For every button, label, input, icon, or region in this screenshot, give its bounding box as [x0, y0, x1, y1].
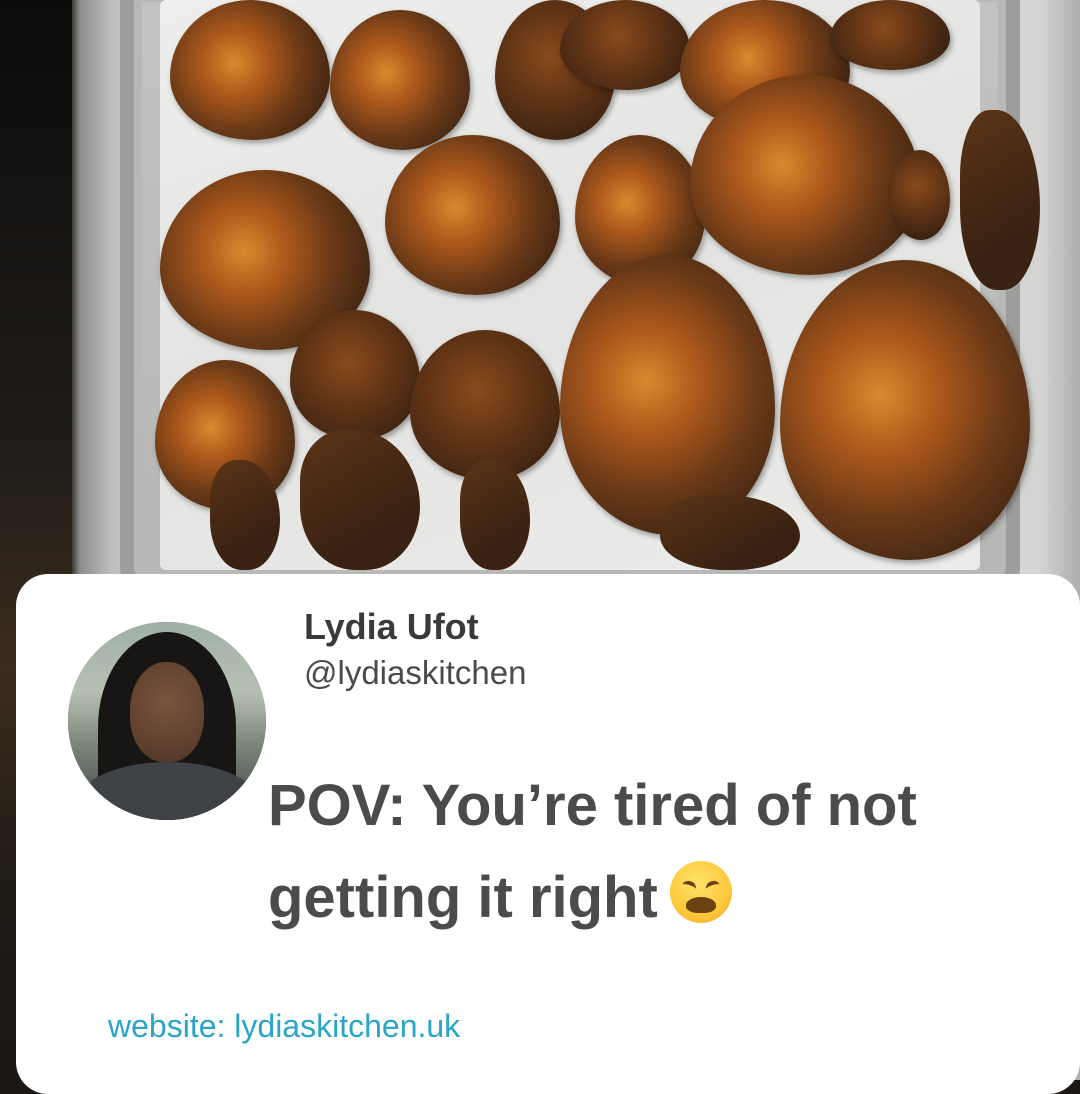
post-text: POV: You’re tired of not getting it righ…	[268, 760, 1048, 944]
author-handle[interactable]: @lydiaskitchen	[304, 654, 526, 692]
fried-dough-tail	[960, 110, 1040, 290]
fried-dough-puff	[290, 310, 420, 440]
fried-dough-puff	[890, 150, 950, 240]
fried-dough-puff	[560, 0, 690, 90]
fried-dough-puff	[830, 0, 950, 70]
author-avatar[interactable]	[68, 622, 266, 820]
post-text-content: POV: You’re tired of not getting it righ…	[268, 773, 917, 930]
author-name[interactable]: Lydia Ufot	[304, 606, 479, 648]
avatar-face	[130, 662, 204, 762]
weary-face-emoji-icon	[669, 861, 732, 923]
website-link[interactable]: website: lydiaskitchen.uk	[108, 1008, 460, 1045]
